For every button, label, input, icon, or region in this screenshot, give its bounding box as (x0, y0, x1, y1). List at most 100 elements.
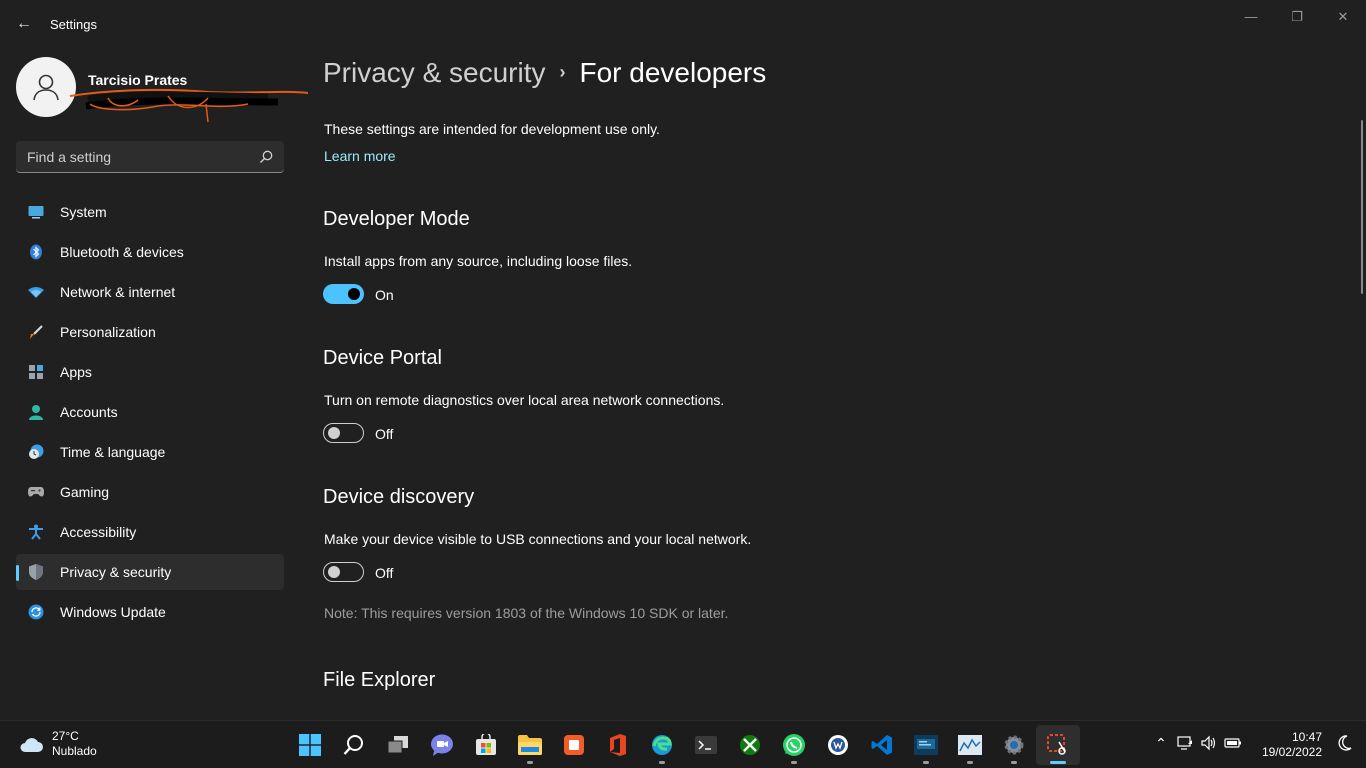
breadcrumb-parent[interactable]: Privacy & security (323, 57, 546, 88)
sidebar-item-time-language[interactable]: Time & language (16, 434, 284, 470)
device-portal-description: Turn on remote diagnostics over local ar… (324, 392, 725, 408)
speaker-icon[interactable] (1200, 735, 1218, 754)
sticky-app[interactable] (552, 725, 596, 765)
intro-text: These settings are intended for developm… (324, 121, 660, 137)
clock-time: 10:47 (1291, 730, 1322, 744)
sidebar-item-gaming[interactable]: Gaming (16, 474, 284, 510)
sidebar-item-accounts[interactable]: Accounts (16, 394, 284, 430)
snipping-tool[interactable] (1036, 725, 1080, 765)
clock[interactable]: 10:47 19/02/2022 (1262, 730, 1322, 760)
avatar[interactable] (16, 57, 76, 117)
sidebar-item-label: Accessibility (60, 524, 137, 540)
clock-globe-icon (28, 444, 44, 460)
sidebar-item-label: Time & language (60, 444, 166, 460)
taskbar: 27°C Nublado ⌃ 10:47 19/02/2022 (0, 720, 1366, 768)
focus-moon-icon[interactable] (1338, 735, 1352, 755)
office[interactable] (596, 725, 640, 765)
system-icon (28, 204, 44, 220)
device-discovery-note: Note: This requires version 1803 of the … (324, 605, 729, 621)
sidebar-item-personalization[interactable]: Personalization (16, 314, 284, 350)
developer-mode-state: On (375, 287, 394, 303)
developer-mode-toggle[interactable] (323, 284, 364, 304)
close-button[interactable]: ✕ (1320, 6, 1366, 28)
device-portal-toggle[interactable] (323, 423, 364, 443)
minimize-icon: — (1244, 9, 1258, 24)
microsoft-store[interactable] (464, 725, 508, 765)
cloud-icon (20, 738, 43, 752)
battery-icon[interactable] (1224, 735, 1242, 754)
sidebar-nav: System Bluetooth & devices Network & int… (16, 194, 284, 634)
sidebar-item-privacy-security[interactable]: Privacy & security (16, 554, 284, 590)
start-button[interactable] (288, 725, 332, 765)
gamepad-icon (28, 484, 44, 500)
xbox[interactable] (728, 725, 772, 765)
restore-icon: ❐ (1291, 9, 1303, 24)
vscode[interactable] (860, 725, 904, 765)
device-discovery-toggle[interactable] (323, 562, 364, 582)
sidebar-item-system[interactable]: System (16, 194, 284, 230)
title-bar: ← Settings — ❐ ✕ (0, 0, 1366, 48)
sidebar-item-label: Network & internet (60, 284, 176, 300)
device-discovery-state: Off (375, 565, 394, 581)
settings[interactable] (992, 725, 1036, 765)
maximize-button[interactable]: ❐ (1274, 6, 1320, 28)
page-title: For developers (579, 57, 767, 88)
file-explorer[interactable] (508, 725, 552, 765)
store-icon (476, 734, 496, 755)
word-icon (828, 735, 848, 755)
search-box (16, 141, 284, 173)
network-icon[interactable] (1176, 735, 1194, 754)
vertical-scrollbar[interactable] (1361, 120, 1363, 294)
sidebar-item-network[interactable]: Network & internet (16, 274, 284, 310)
back-button[interactable]: ← (12, 12, 36, 36)
word-app[interactable] (816, 725, 860, 765)
weather-widget[interactable]: 27°C Nublado (18, 729, 97, 759)
sidebar-item-label: Apps (60, 364, 92, 380)
terminal[interactable] (684, 725, 728, 765)
resource-monitor[interactable] (948, 725, 992, 765)
running-indicator (923, 761, 929, 764)
whatsapp[interactable] (772, 725, 816, 765)
edge[interactable] (640, 725, 684, 765)
running-indicator (791, 761, 797, 764)
developer-mode-title: Developer Mode (323, 208, 470, 230)
teams-chat[interactable] (420, 725, 464, 765)
accessibility-icon (28, 524, 44, 540)
chevron-up-icon[interactable]: ⌃ (1152, 735, 1170, 754)
search-input[interactable] (16, 141, 252, 172)
task-view[interactable] (376, 725, 420, 765)
weather-condition: Nublado (52, 744, 97, 758)
search-icon[interactable] (258, 149, 274, 165)
taskbar-search[interactable] (332, 725, 376, 765)
sticky-notes-icon (564, 735, 584, 755)
sidebar-item-windows-update[interactable]: Windows Update (16, 594, 284, 630)
running-indicator (1050, 761, 1066, 764)
weather-temp: 27°C (52, 729, 79, 743)
chat-icon (431, 734, 453, 756)
running-indicator (659, 761, 665, 764)
file-explorer-title: File Explorer (323, 669, 436, 691)
edge-icon (652, 735, 672, 755)
sidebar-item-apps[interactable]: Apps (16, 354, 284, 390)
gear-icon (1004, 735, 1024, 755)
bluetooth-icon (28, 244, 44, 260)
windows-logo-icon (299, 734, 321, 756)
snipping-tool-icon (1047, 734, 1066, 755)
chevron-right-icon: › (559, 62, 566, 82)
device-discovery-title: Device discovery (323, 486, 475, 508)
minimize-button[interactable]: — (1228, 6, 1274, 28)
photos-app[interactable] (904, 725, 948, 765)
sidebar-item-label: Windows Update (60, 604, 166, 620)
brush-icon (28, 324, 44, 340)
close-icon: ✕ (1337, 9, 1349, 24)
screen-app-icon (914, 735, 938, 755)
sidebar-item-bluetooth[interactable]: Bluetooth & devices (16, 234, 284, 270)
sidebar-item-accessibility[interactable]: Accessibility (16, 514, 284, 550)
person-icon (33, 74, 59, 101)
learn-more-link[interactable]: Learn more (324, 148, 396, 164)
sidebar-item-label: Personalization (60, 324, 156, 340)
device-discovery-description: Make your device visible to USB connecti… (324, 531, 752, 547)
update-icon (28, 604, 44, 620)
breadcrumb: Privacy & security › For developers (323, 57, 766, 89)
running-indicator (967, 761, 973, 764)
